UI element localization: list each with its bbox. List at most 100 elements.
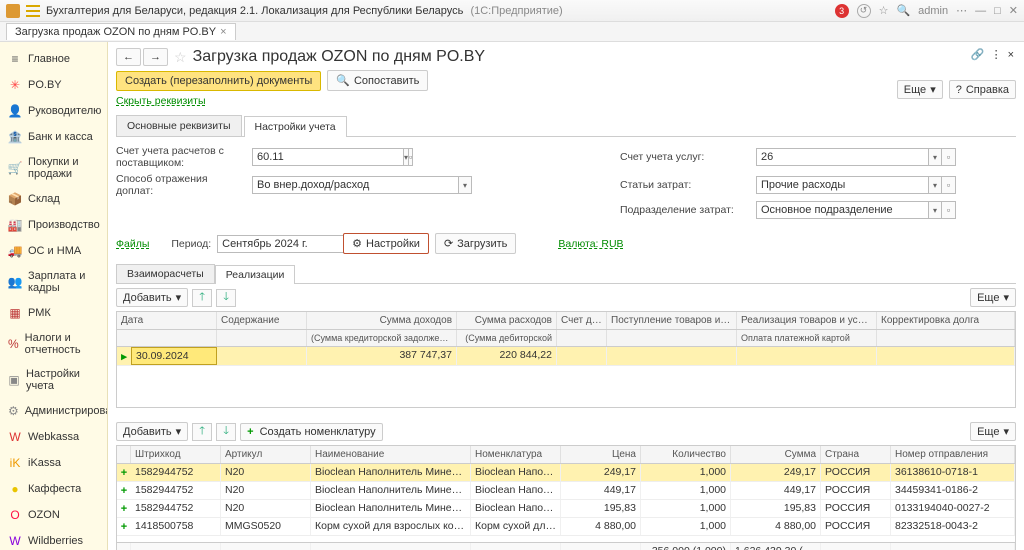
link-icon[interactable]: 🔗 [971,48,985,61]
more-icon[interactable]: ⋮ [991,48,1002,61]
more-button-1[interactable]: Еще ▾ [970,288,1016,307]
sidebar-item[interactable]: OOZON [0,502,107,528]
move-down-button[interactable]: 🡓 [216,289,236,307]
lbl-cost: Статьи затрат: [620,179,750,191]
sidebar-item[interactable]: 📦Склад [0,186,107,212]
hide-requisites-link[interactable]: Скрыть реквизиты [116,95,206,107]
create-refill-button[interactable]: Создать (перезаполнить) документы [116,71,321,91]
nav-icon: ≡ [8,52,22,66]
nav-icon: ● [8,482,22,496]
fld-dept[interactable]: ▾▫ [756,201,956,219]
overflow-icon[interactable]: ⋯ [956,4,967,17]
lbl-dept: Подразделение затрат: [620,204,750,216]
tab-acct-settings[interactable]: Настройки учета [244,116,347,137]
minimize-icon[interactable]: — [975,5,986,17]
sidebar-item[interactable]: ✳PO.BY [0,72,107,98]
fld-method[interactable]: ▾ [252,176,472,194]
nav-label: iKassa [28,457,61,469]
nav-icon: W [8,430,22,444]
add-row-button-2[interactable]: Добавить ▾ [116,422,188,441]
nav-icon: 👤 [8,104,22,118]
fld-acct-supplier[interactable]: ▾▫ [252,148,312,166]
star-icon[interactable]: ☆ [879,4,889,17]
fld-period[interactable]: … [217,235,337,253]
files-link[interactable]: Файлы [116,238,149,250]
item-row[interactable]: +1582944752N20Bioclean Наполнитель Минер… [117,500,1015,518]
main-content: ← → ☆ Загрузка продаж OZON по дням PO.BY… [108,42,1024,550]
nav-fwd-button[interactable]: → [143,48,168,66]
tab-ozon-load[interactable]: Загрузка продаж OZON по дням PO.BY × [6,23,236,40]
settings-tabstrip: Основные реквизиты Настройки учета [116,115,1016,137]
maximize-icon[interactable]: □ [994,5,1001,17]
expand-icon[interactable]: ▸ [117,347,131,365]
close-page-icon[interactable]: × [1008,49,1014,61]
nav-label: Каффеста [28,483,81,495]
summary-table: Дата Содержание Сумма доходов Сумма расх… [116,311,1016,408]
summary-row[interactable]: ▸ 30.09.2024 387 747,37 220 844,22 [117,347,1015,366]
sidebar-item[interactable]: %Налоги и отчетность [0,326,107,362]
titlebar-actions: 3 ↺ ☆ 🔍 admin ⋯ — □ ✕ [835,4,1018,18]
sidebar-item[interactable]: ⚙Администрирование [0,398,107,424]
menu-icon[interactable] [26,5,40,17]
sidebar-item[interactable]: W Webkassa [0,424,107,450]
page-title: Загрузка продаж OZON по дням PO.BY [193,48,486,66]
tab-close-icon[interactable]: × [220,26,226,38]
expand-icon[interactable]: + [117,464,131,481]
expand-icon[interactable]: + [117,518,131,535]
app-title: Бухгалтерия для Беларуси, редакция 2.1. … [46,5,829,17]
item-row[interactable]: +1418500758MMGS0520Корм сухой для взросл… [117,518,1015,536]
nav-icon: 🛒 [8,161,22,175]
sidebar-item[interactable]: 🏦Банк и касса [0,124,107,150]
nav-label: ОС и НМА [28,245,81,257]
help-button[interactable]: ? Справка [949,80,1016,99]
fld-cost[interactable]: ▾▫ [756,176,956,194]
sidebar-item[interactable]: ▣Настройки учета [0,362,107,398]
load-button[interactable]: ⟳ Загрузить [435,233,516,254]
sidebar-item[interactable]: 🏭Производство [0,212,107,238]
sidebar-item[interactable]: ● Каффеста [0,476,107,502]
app-logo [6,4,20,18]
search-icon[interactable]: 🔍 [896,4,910,17]
sidebar-item[interactable]: 👤Руководителю [0,98,107,124]
nav-label: Зарплата и кадры [28,270,99,294]
subtab-realizations[interactable]: Реализации [215,265,296,284]
sidebar-item[interactable]: 👥Зарплата и кадры [0,264,107,300]
sidebar-item[interactable]: ▦РМК [0,300,107,326]
nav-icon: ▣ [8,373,20,387]
item-row[interactable]: +1582944752N20Bioclean Наполнитель Минер… [117,482,1015,500]
more-button-2[interactable]: Еще ▾ [970,422,1016,441]
add-row-button[interactable]: Добавить ▾ [116,288,188,307]
sidebar-item[interactable]: 🛒Покупки и продажи [0,150,107,186]
move-down-button-2[interactable]: 🡓 [216,423,236,441]
nav-icon: ⚙ [8,404,19,418]
sidebar-item[interactable]: ≡Главное [0,46,107,72]
fld-acct-services[interactable]: ▾▫ [756,148,956,166]
more-button[interactable]: Еще ▾ [897,80,943,99]
create-nomenclature-button[interactable]: +Создать номенклатуру [240,423,383,441]
expand-icon[interactable]: + [117,500,131,517]
nav-icon: W [8,534,22,548]
titlebar: Бухгалтерия для Беларуси, редакция 2.1. … [0,0,1024,22]
expand-icon[interactable]: + [117,482,131,499]
close-icon[interactable]: ✕ [1009,4,1018,17]
nav-label: Webkassa [28,431,79,443]
sidebar-item[interactable]: WWildberries [0,528,107,550]
nav-icon: 🚚 [8,244,22,258]
sidebar-item[interactable]: iKiKassa [0,450,107,476]
user-label[interactable]: admin [918,5,948,17]
nav-back-button[interactable]: ← [116,48,141,66]
compare-button[interactable]: 🔍 Сопоставить [327,70,428,91]
history-icon[interactable]: ↺ [857,4,871,18]
notif-badge[interactable]: 3 [835,4,849,18]
move-up-button[interactable]: 🡑 [192,289,212,307]
item-row[interactable]: +1582944752N20Bioclean Наполнитель Минер… [117,464,1015,482]
sidebar-item[interactable]: 🚚 ОС и НМА [0,238,107,264]
subtab-settlements[interactable]: Взаиморасчеты [116,264,215,283]
currency-link[interactable]: Валюта: RUB [558,238,623,250]
settings-button[interactable]: ⚙ Настройки [343,233,429,254]
nav-label: Склад [28,193,60,205]
nav-icon: % [8,337,19,351]
move-up-button-2[interactable]: 🡑 [192,423,212,441]
tab-main-req[interactable]: Основные реквизиты [116,115,242,136]
favorite-icon[interactable]: ☆ [174,49,187,66]
